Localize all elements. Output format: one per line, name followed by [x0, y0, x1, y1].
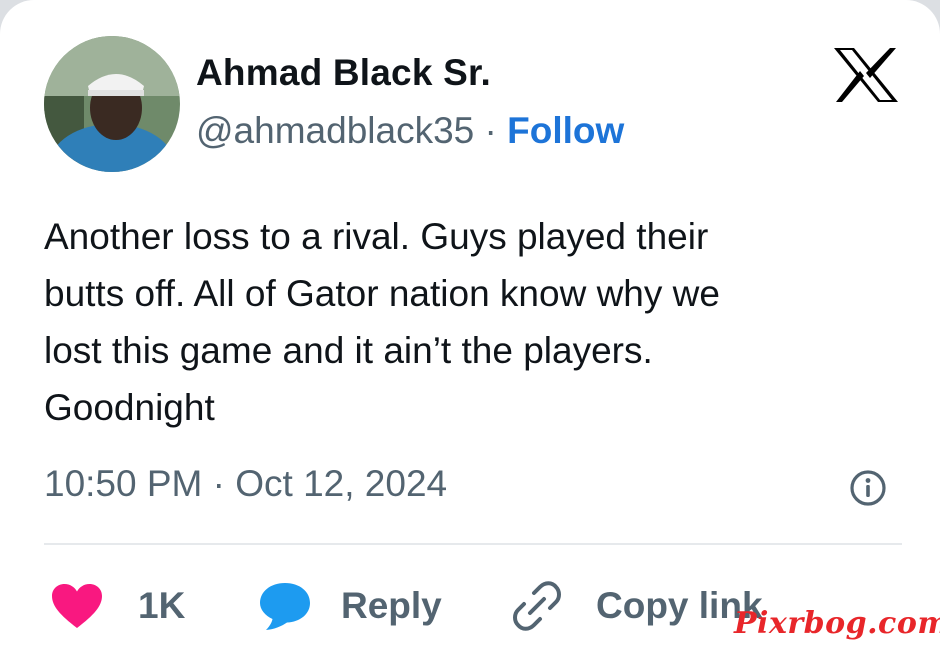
heart-icon — [52, 584, 102, 628]
reply-button[interactable]: Reply — [258, 578, 442, 634]
tweet-timestamp[interactable]: 10:50 PM · Oct 12, 2024 — [44, 463, 447, 505]
like-count: 1K — [138, 585, 186, 626]
copy-link-button[interactable]: Copy link — [510, 578, 763, 634]
divider — [44, 543, 902, 545]
info-icon[interactable] — [848, 468, 888, 508]
like-button[interactable]: 1K — [50, 578, 185, 634]
tweet-card: Ahmad Black Sr. @ahmadblack35 · Follow A… — [0, 0, 940, 655]
watermark: Pixrbog.com — [734, 606, 940, 641]
tweet-text: Another loss to a rival. Guys played the… — [44, 216, 720, 428]
author-name[interactable]: Ahmad Black Sr. — [196, 52, 491, 94]
author-handle[interactable]: @ahmadblack35 — [196, 110, 474, 151]
avatar[interactable] — [44, 36, 180, 172]
reply-bubble-icon — [260, 583, 310, 630]
avatar-image — [44, 36, 180, 172]
follow-button[interactable]: Follow — [507, 110, 624, 151]
x-logo-icon[interactable] — [832, 46, 900, 104]
link-icon — [513, 581, 561, 631]
separator-dot: · — [484, 110, 497, 151]
handle-row: @ahmadblack35 · Follow — [196, 110, 624, 152]
reply-label: Reply — [341, 585, 442, 626]
